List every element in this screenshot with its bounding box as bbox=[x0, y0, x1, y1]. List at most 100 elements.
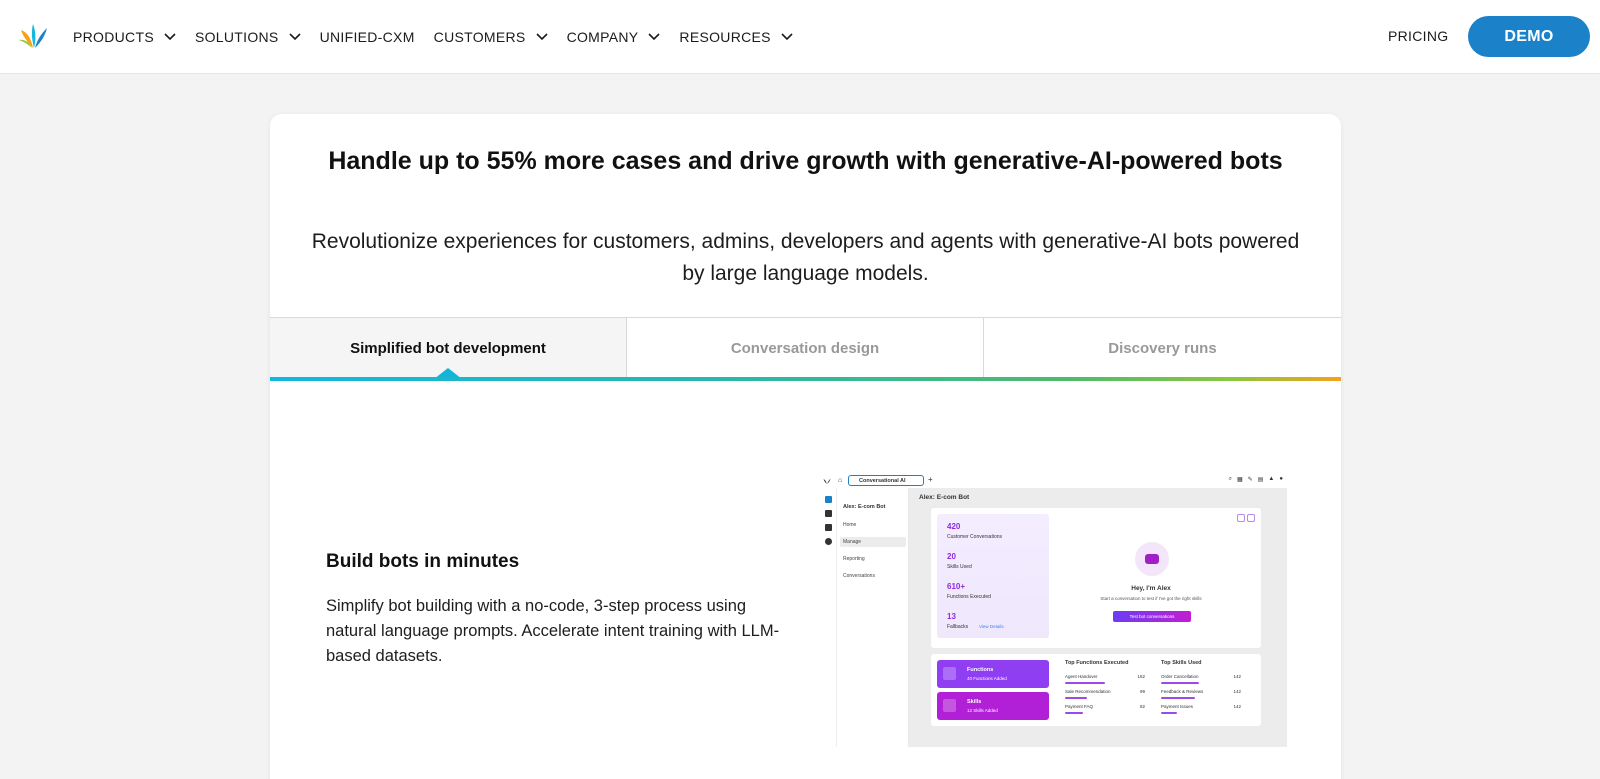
mock-stats-box: 420 Customer Conversations 20 Skills Use… bbox=[937, 514, 1049, 638]
feature-title: Build bots in minutes bbox=[326, 551, 520, 572]
feature-tabs: Simplified bot development Conversation … bbox=[270, 317, 1341, 381]
bot-greeting: Hey, I'm Alex bbox=[1131, 585, 1171, 592]
functions-subtitle: 40 Functions Added bbox=[967, 676, 1007, 681]
top-functions-title: Top Functions Executed bbox=[1065, 660, 1129, 666]
list-item-bar bbox=[1161, 712, 1177, 714]
avatar: ● bbox=[1279, 476, 1283, 482]
top-skills-title: Top Skills Used bbox=[1161, 660, 1202, 666]
robot-icon bbox=[1145, 554, 1159, 564]
tab-label: Simplified bot development bbox=[350, 339, 546, 357]
product-screenshot: ⌂ Conversational AI + ⌕ ▦ ✎ ▤ ▲ ● Alex: … bbox=[821, 474, 1287, 747]
nav-products[interactable]: PRODUCTS bbox=[73, 29, 176, 45]
list-item: Order Cancellation 142 bbox=[1161, 674, 1241, 684]
stat-value: 420 bbox=[947, 522, 961, 531]
mock-tab-conversational-ai: Conversational AI bbox=[848, 475, 924, 486]
bot-avatar bbox=[1135, 542, 1169, 576]
list-item-label: Sale Recommendation bbox=[1065, 689, 1111, 694]
skills-subtitle: 12 Skills Added bbox=[967, 708, 998, 713]
nav-company-label: COMPANY bbox=[566, 29, 639, 45]
mock-sidebar-item-manage: Manage bbox=[840, 537, 906, 547]
brand-logo-icon[interactable] bbox=[19, 22, 49, 48]
list-item-label: Feedback & Reviews bbox=[1161, 689, 1204, 694]
list-item-label: Order Cancellation bbox=[1161, 674, 1199, 679]
feature-card: Handle up to 55% more cases and drive gr… bbox=[270, 114, 1341, 779]
list-item: Payment FAQ 82 bbox=[1065, 704, 1145, 714]
mock-toolbar-icons: ⌕ ▦ ✎ ▤ ▲ ● bbox=[1229, 476, 1283, 483]
tab-discovery-runs[interactable]: Discovery runs bbox=[984, 318, 1341, 378]
asterisk-icon bbox=[943, 667, 956, 680]
nav-pricing-link[interactable]: PRICING bbox=[1388, 28, 1448, 44]
view-details-link: View Details bbox=[979, 624, 1004, 629]
list-item-count: 142 bbox=[1233, 689, 1241, 694]
list-item-count: 162 bbox=[1137, 674, 1145, 679]
mock-sidebar-item-home: Home bbox=[843, 522, 857, 528]
list-item-bar bbox=[1065, 697, 1087, 699]
chevron-down-icon bbox=[781, 33, 793, 41]
list-item-label: Payment Issues bbox=[1161, 704, 1194, 709]
mock-sidebar-item-reporting: Reporting bbox=[843, 556, 865, 562]
tab-label: Conversation design bbox=[730, 339, 880, 357]
stat-label: Functions Executed bbox=[947, 594, 991, 600]
search-icon: ⌕ bbox=[1228, 476, 1233, 482]
list-item: Feedback & Reviews 142 bbox=[1161, 689, 1241, 699]
list-item-label: Payment FAQ bbox=[1065, 704, 1094, 709]
stat-label: Customer Conversations bbox=[947, 534, 1003, 540]
list-item: Agent Handover 162 bbox=[1065, 674, 1145, 684]
list-item-bar bbox=[1161, 697, 1195, 699]
list-item-bar bbox=[1161, 682, 1199, 684]
home-icon: ⌂ bbox=[838, 477, 843, 484]
stat-label: Skills Used bbox=[947, 564, 972, 570]
tab-simplified-bot-development[interactable]: Simplified bot development bbox=[270, 318, 627, 379]
list-item-count: 82 bbox=[1139, 704, 1145, 709]
nav-unified-cxm-label: UNIFIED-CXM bbox=[319, 29, 415, 45]
nav-solutions[interactable]: SOLUTIONS bbox=[195, 29, 301, 45]
mock-page-title: Alex: E-com Bot bbox=[919, 494, 970, 501]
nav-resources[interactable]: RESOURCES bbox=[679, 29, 793, 45]
mock-sidebar-title: Alex: E-com Bot bbox=[843, 504, 886, 510]
list-item: Sale Recommendation 99 bbox=[1065, 689, 1145, 699]
functions-card: Functions 40 Functions Added bbox=[937, 660, 1049, 688]
inbox-icon bbox=[825, 524, 832, 531]
mock-topbar: ⌂ Conversational AI + ⌕ ▦ ✎ ▤ ▲ ● bbox=[821, 474, 1287, 488]
stat-value: 610+ bbox=[947, 582, 966, 591]
chevron-down-icon bbox=[164, 33, 176, 41]
brand-logo-icon bbox=[823, 478, 831, 484]
grid-icon: ▦ bbox=[1237, 477, 1243, 483]
tab-conversation-design[interactable]: Conversation design bbox=[627, 318, 984, 378]
skill-icon bbox=[943, 699, 956, 712]
nav-solutions-label: SOLUTIONS bbox=[194, 29, 279, 45]
skills-title: Skills bbox=[967, 699, 982, 705]
mock-functions-panel: Functions 40 Functions Added Skills 12 S… bbox=[931, 654, 1261, 726]
section-subheadline: Revolutionize experiences for customers,… bbox=[311, 230, 1300, 285]
calendar-icon: ▤ bbox=[1257, 477, 1264, 483]
mock-overview-panel: 420 Customer Conversations 20 Skills Use… bbox=[931, 508, 1261, 648]
toggle-icon bbox=[1247, 514, 1255, 522]
demo-button[interactable]: DEMO bbox=[1468, 16, 1590, 57]
tabs-progress-bar bbox=[270, 377, 1341, 381]
top-navigation: PRODUCTS SOLUTIONS UNIFIED-CXM CUSTOMERS… bbox=[0, 0, 1600, 74]
nav-customers[interactable]: CUSTOMERS bbox=[434, 29, 548, 45]
nav-company[interactable]: COMPANY bbox=[567, 29, 661, 45]
mock-main-area: Alex: E-com Bot 420 Customer Conversatio… bbox=[909, 488, 1287, 747]
gear-icon bbox=[825, 538, 832, 545]
nav-customers-label: CUSTOMERS bbox=[433, 29, 526, 45]
toggle-icon bbox=[1237, 514, 1245, 522]
chevron-down-icon bbox=[289, 33, 301, 41]
tab-label: Discovery runs bbox=[1108, 339, 1217, 357]
feature-description: Simplify bot building with a no-code, 3-… bbox=[326, 597, 780, 665]
list-item-label: Agent Handover bbox=[1065, 674, 1098, 679]
edit-icon: ✎ bbox=[1247, 477, 1253, 483]
list-item-count: 99 bbox=[1139, 689, 1145, 694]
mock-sidebar: Alex: E-com Bot Home Manage Reporting Co… bbox=[837, 488, 909, 747]
main-menu: PRODUCTS SOLUTIONS UNIFIED-CXM CUSTOMERS… bbox=[73, 0, 812, 74]
bot-subtext: Start a conversation to test if I've got… bbox=[1100, 596, 1202, 601]
mock-toggle-icons bbox=[1237, 514, 1255, 522]
list-item-bar bbox=[1065, 712, 1083, 714]
nav-unified-cxm[interactable]: UNIFIED-CXM bbox=[320, 29, 415, 45]
chevron-down-icon bbox=[648, 33, 660, 41]
plus-icon: + bbox=[928, 475, 933, 484]
stat-value: 13 bbox=[947, 612, 956, 621]
nav-resources-label: RESOURCES bbox=[679, 29, 771, 45]
bell-icon: ▲ bbox=[1268, 476, 1275, 482]
skills-card: Skills 12 Skills Added bbox=[937, 692, 1049, 720]
